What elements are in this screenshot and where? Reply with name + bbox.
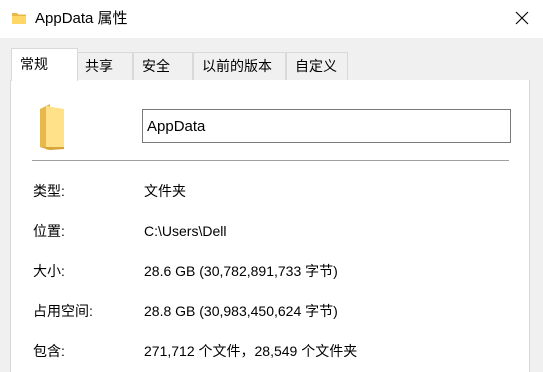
folder-icon	[11, 11, 27, 25]
close-button[interactable]	[505, 2, 539, 36]
tab-security[interactable]: 安全	[133, 52, 193, 80]
tab-label: 自定义	[295, 58, 337, 74]
tab-customize[interactable]: 自定义	[286, 52, 348, 80]
location-value: C:\Users\Dell	[144, 223, 227, 239]
close-icon	[515, 11, 529, 28]
tab-general[interactable]: 常规	[11, 48, 78, 81]
contains-label: 包含:	[33, 343, 65, 359]
window-title: AppData 属性	[35, 10, 128, 27]
tab-sharing[interactable]: 共享	[76, 52, 133, 80]
size-on-disk-label: 占用空间:	[33, 303, 93, 319]
type-label: 类型:	[33, 183, 65, 199]
tab-strip: 常规 共享 安全 以前的版本 自定义	[0, 38, 543, 81]
tab-label: 常规	[20, 56, 48, 72]
size-on-disk-value: 28.8 GB (30,983,450,624 字节)	[144, 303, 338, 319]
size-label: 大小:	[33, 263, 65, 279]
location-label: 位置:	[33, 223, 65, 239]
folder-name-input[interactable]	[142, 109, 511, 143]
size-value: 28.6 GB (30,782,891,733 字节)	[144, 263, 338, 279]
tab-label: 安全	[142, 58, 170, 74]
tab-label: 以前的版本	[202, 58, 272, 74]
tab-previous-versions[interactable]: 以前的版本	[193, 52, 286, 80]
tab-label: 共享	[85, 58, 113, 74]
divider	[32, 160, 509, 161]
folder-icon	[36, 103, 70, 151]
type-value: 文件夹	[144, 183, 186, 199]
title-bar: AppData 属性	[0, 0, 543, 38]
contains-value: 271,712 个文件，28,549 个文件夹	[144, 343, 358, 359]
